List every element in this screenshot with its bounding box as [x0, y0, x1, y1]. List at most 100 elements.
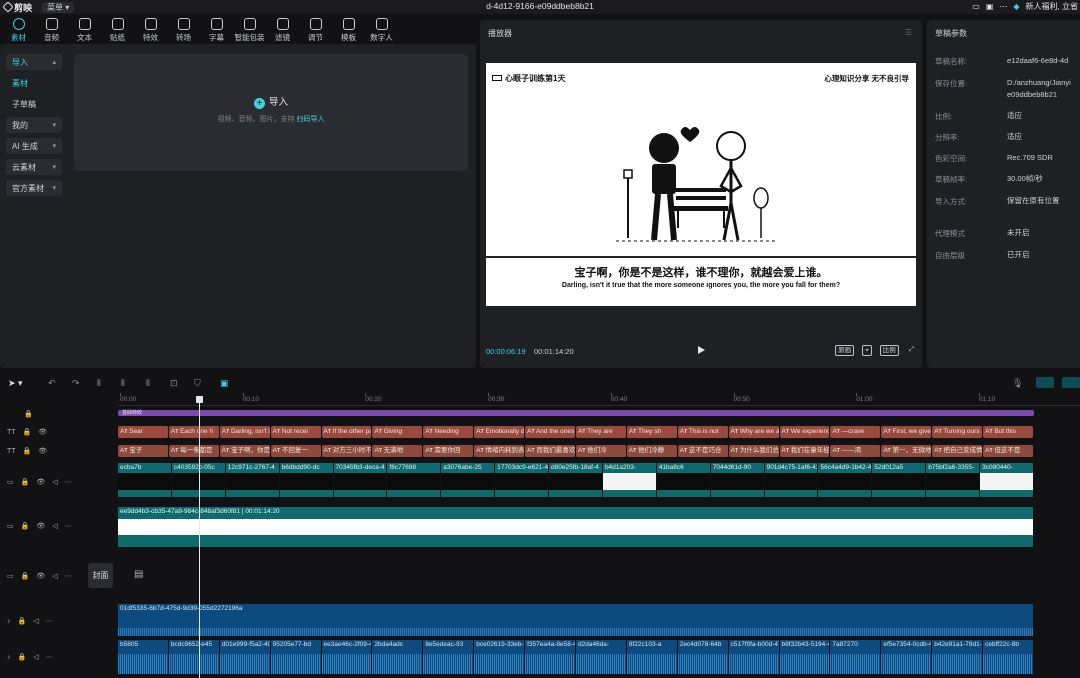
screenshot-icon[interactable]: ⌖ [862, 345, 872, 356]
audio-clip[interactable]: bce02619-33eb-4497-8 [474, 640, 526, 674]
audio-clip[interactable]: b42e91a1-79d1- [932, 640, 984, 674]
speaker-icon[interactable]: ◁ [52, 478, 57, 486]
video-clip[interactable]: 3c080440- [980, 463, 1034, 497]
more-icon[interactable]: ⋯ [65, 572, 72, 580]
eye-icon[interactable]: 👁 [38, 428, 47, 436]
text-clip[interactable]: AT 宝子 [118, 445, 169, 457]
text-clip[interactable]: AT 把自己变成情 [932, 445, 984, 457]
audio-clip[interactable]: 95205e77-bd [270, 640, 322, 674]
audio-clip[interactable]: 8e5edeac-93 [423, 640, 475, 674]
video-clip[interactable]: d80e25fb-18af-4 [549, 463, 603, 497]
toolbar-tab-9[interactable]: 调节 [299, 16, 332, 44]
video-clip[interactable]: 17703dc9-e621-49b7- [495, 463, 550, 497]
nav-item-2[interactable]: 子草稿 [6, 96, 62, 112]
nav-item-4[interactable]: AI 生成 ▾ [6, 138, 62, 154]
eye-icon[interactable]: 👁 [38, 447, 47, 455]
toolbar-tab-8[interactable]: 滤镜 [266, 16, 299, 44]
speaker-icon[interactable]: ◁ [33, 617, 38, 625]
original-quality-button[interactable]: 原画 [835, 345, 855, 356]
text-clip[interactable]: AT 宝子啊，你是不 [219, 445, 271, 457]
eye-icon[interactable]: 👁 [36, 522, 45, 530]
snap-toggle-icon[interactable] [1036, 377, 1054, 388]
import-dropzone[interactable]: + 导入 视频、音频、图片，支持 扫码导入 [74, 54, 468, 171]
toolbar-tab-0[interactable]: 素材 [2, 16, 35, 44]
audio-clip[interactable]: c517f9fa-b00d-47a [728, 640, 780, 674]
playhead[interactable] [196, 396, 203, 678]
text-clip[interactable]: AT But this [983, 426, 1034, 438]
video-clip[interactable]: 7044d61d-90 [710, 463, 765, 497]
text-clip[interactable]: AT 需要你回 [423, 445, 475, 457]
split-left-icon[interactable]: ⫴ [121, 378, 125, 389]
video-clip[interactable]: b4d1a203- [602, 463, 657, 497]
audio-clip[interactable]: d01e999-f5a2-40 [219, 640, 271, 674]
audio-clip[interactable]: 2bda4adc [372, 640, 424, 674]
audio-clip[interactable]: 2ec4d078-64b [677, 640, 729, 674]
lock-icon[interactable]: 🔒 [24, 410, 33, 418]
video-clip[interactable]: 12c971c-2767-4 [225, 463, 280, 497]
ratio-button[interactable]: 比例 [879, 345, 899, 356]
toolbar-tab-5[interactable]: 转场 [167, 16, 200, 44]
delete-icon[interactable]: ⊡ [170, 378, 178, 389]
nav-item-1[interactable]: 素材 [6, 75, 62, 91]
text-clip[interactable]: AT 而我们最喜欢的 [525, 445, 576, 457]
video-clip[interactable]: 41ba8c6 [656, 463, 711, 497]
scan-import-link[interactable]: 扫码导入 [296, 116, 324, 123]
text-clip[interactable]: AT 无满地 [372, 445, 424, 457]
text-clip[interactable]: AT This is not [677, 426, 729, 438]
text-clip[interactable]: AT First, we give [881, 426, 933, 438]
text-clip[interactable]: AT Turning ours [932, 426, 984, 438]
text-clip[interactable]: AT And the ones [525, 426, 576, 438]
text-clip[interactable]: AT 不回复一 [270, 445, 322, 457]
toolbar-tab-11[interactable]: 数字人 [365, 16, 398, 44]
audio-clip[interactable]: d2da46da- [576, 640, 627, 674]
text-clip[interactable]: AT Giving [372, 426, 424, 438]
audio-clip[interactable]: cebff22c-8b [983, 640, 1034, 674]
lock-icon[interactable]: 🔒 [21, 478, 30, 486]
lock-icon[interactable]: 🔒 [23, 447, 32, 455]
nav-item-0[interactable]: 导入 ▴ [6, 54, 62, 70]
fullscreen-icon[interactable]: ⤢ [907, 345, 916, 356]
toolbar-tab-3[interactable]: 贴纸 [101, 16, 134, 44]
text-clip[interactable]: AT 情绪内耗到表三点 [474, 445, 526, 457]
audio-clip-1[interactable]: 01df5335-6b7d-475d-9d39-055d2272196a [118, 604, 1034, 636]
ai-icon[interactable]: ▣ [220, 378, 229, 389]
text-clip[interactable]: AT They sh [626, 426, 678, 438]
video-clip[interactable]: 56c4a4d9-1b42-4 [818, 463, 873, 497]
audio-clip[interactable]: ee3ae46c-2f09-4 [321, 640, 373, 674]
play-icon[interactable] [698, 346, 705, 354]
eye-icon[interactable]: 👁 [36, 572, 45, 580]
cover-button[interactable]: 封面 [88, 563, 113, 588]
text-clip[interactable]: AT Needing [423, 426, 475, 438]
toolbar-tab-6[interactable]: 字幕 [200, 16, 233, 44]
more-icon[interactable]: ⋯ [999, 2, 1007, 11]
more-icon[interactable]: ⋯ [65, 522, 72, 530]
text-clip[interactable]: AT 对方三小时不回 [321, 445, 373, 457]
text-clip[interactable]: AT —crave [830, 426, 882, 438]
link-toggle-icon[interactable] [1062, 377, 1080, 388]
select-tool-icon[interactable]: ➤ ▾ [8, 378, 23, 389]
text-clip[interactable]: AT They are [576, 426, 627, 438]
more-icon[interactable]: ⋯ [65, 478, 72, 486]
text-clip[interactable]: AT Each one h [168, 426, 220, 438]
toolbar-tab-1[interactable]: 音频 [35, 16, 68, 44]
text-clip[interactable]: AT Not recei [270, 426, 322, 438]
text-clip[interactable]: AT 他们冷静 [626, 445, 678, 457]
video-clip[interactable]: 70345fb3-deca-4 [333, 463, 388, 497]
text-clip[interactable]: AT 我们在童年经历 [779, 445, 831, 457]
speaker-icon[interactable]: ◁ [52, 522, 57, 530]
text-clip[interactable]: AT 这不是巧合 [677, 445, 729, 457]
toolbar-tab-4[interactable]: 特效 [134, 16, 167, 44]
eye-icon[interactable]: 👁 [36, 478, 45, 486]
audio-clip[interactable]: f357ea4a-8e58-4c [525, 640, 576, 674]
audio-clip[interactable]: ef5e7354-0cdb-4a [881, 640, 933, 674]
microphone-icon[interactable]: 🎙 [1012, 378, 1023, 389]
marker-icon[interactable]: ⛉ [194, 378, 201, 389]
audio-clip[interactable]: 8f22c103-a [626, 640, 678, 674]
text-clip[interactable]: AT We experience [779, 426, 831, 438]
redo-icon[interactable]: ↷ [72, 378, 80, 389]
split-icon[interactable]: ⫴ [97, 378, 101, 389]
toolbar-tab-7[interactable]: 智能包装 [233, 16, 266, 44]
player-menu-icon[interactable]: ☰ [905, 28, 912, 37]
audio-clip[interactable]: b5805 [118, 640, 169, 674]
toolbar-tab-2[interactable]: 文本 [68, 16, 101, 44]
